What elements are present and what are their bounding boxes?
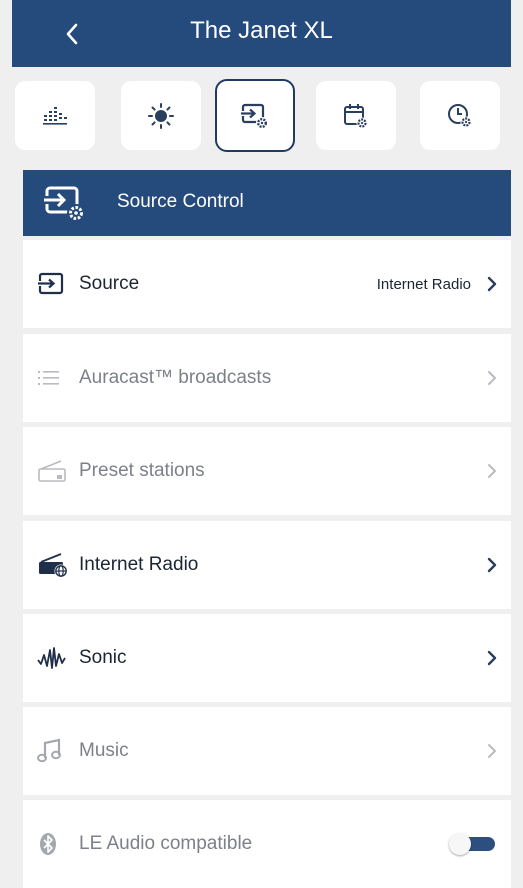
page-title: The Janet XL xyxy=(190,17,333,44)
chevron-right-icon xyxy=(487,521,497,609)
le-audio-toggle[interactable] xyxy=(449,833,497,855)
chevron-right-icon xyxy=(487,334,497,422)
internet-radio-row[interactable]: Internet Radio xyxy=(23,521,511,609)
clock-settings-icon xyxy=(448,103,472,127)
app-header: The Janet XL xyxy=(12,0,511,67)
source-label: Source xyxy=(79,273,140,294)
auracast-row[interactable]: Auracast™ broadcasts xyxy=(23,334,511,422)
tab-equalizer[interactable] xyxy=(15,81,95,150)
source-icon xyxy=(37,240,65,328)
chevron-right-icon xyxy=(487,707,497,795)
tab-schedule[interactable] xyxy=(316,81,396,150)
tab-source-control[interactable] xyxy=(215,79,295,152)
settings-tab-bar xyxy=(12,67,511,170)
bluetooth-icon xyxy=(37,800,59,888)
sonic-row[interactable]: Sonic xyxy=(23,614,511,702)
source-settings-icon xyxy=(241,103,268,129)
preset-stations-label: Preset stations xyxy=(79,460,205,481)
auracast-label: Auracast™ broadcasts xyxy=(79,367,272,388)
waveform-icon xyxy=(37,614,67,702)
section-header: Source Control xyxy=(23,170,511,236)
sonic-label: Sonic xyxy=(79,647,127,668)
list-icon xyxy=(37,334,61,422)
le-audio-row: LE Audio compatible xyxy=(23,800,511,888)
chevron-right-icon xyxy=(487,427,497,515)
music-label: Music xyxy=(79,740,129,761)
tab-timer[interactable] xyxy=(420,81,500,150)
source-settings-icon xyxy=(43,184,91,229)
section-title: Source Control xyxy=(117,191,244,212)
le-audio-label: LE Audio compatible xyxy=(79,833,253,854)
brightness-icon xyxy=(148,102,174,129)
chevron-right-icon xyxy=(487,240,497,328)
music-row[interactable]: Music xyxy=(23,707,511,795)
internet-radio-label: Internet Radio xyxy=(79,554,199,575)
internet-radio-icon xyxy=(37,521,69,609)
equalizer-icon xyxy=(43,106,67,125)
preset-stations-row[interactable]: Preset stations xyxy=(23,427,511,515)
tab-brightness[interactable] xyxy=(121,81,201,150)
chevron-right-icon xyxy=(487,614,497,702)
calendar-settings-icon xyxy=(344,103,368,128)
radio-icon xyxy=(37,427,67,515)
source-value: Internet Radio xyxy=(376,275,471,293)
music-note-icon xyxy=(37,707,63,795)
source-row[interactable]: Source Internet Radio xyxy=(23,240,511,328)
